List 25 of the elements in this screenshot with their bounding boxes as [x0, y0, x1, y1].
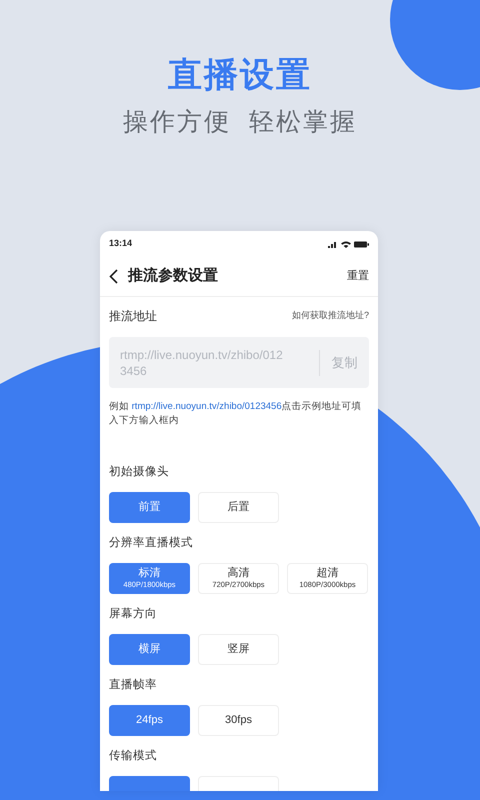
- back-icon[interactable]: [109, 269, 118, 284]
- section-label: 分辨率直播模式: [109, 536, 194, 551]
- section-label: 直播帧率: [109, 678, 158, 693]
- status-time: 13:14: [109, 237, 132, 250]
- option-button[interactable]: 后置: [198, 492, 279, 523]
- signal-icon: [328, 240, 338, 248]
- reset-button[interactable]: 重置: [347, 268, 369, 285]
- option-button[interactable]: 竖屏: [198, 634, 279, 665]
- header-title: 推流参数设置: [128, 266, 218, 286]
- option-button[interactable]: 24fps: [109, 705, 190, 736]
- wifi-icon: [341, 240, 351, 248]
- example-text: 例如 rtmp://live.nuoyun.tv/zhibo/0123456点击示例地址可填入下方输入框内: [109, 400, 363, 428]
- option-button[interactable]: 前置: [109, 492, 190, 523]
- hero-subtitle: 轻松掌握: [249, 107, 357, 138]
- hero-subtitle: 操作方便: [123, 107, 231, 138]
- section-label: 传输模式: [109, 748, 158, 764]
- option-button[interactable]: 30fps: [198, 705, 279, 736]
- hero-title: 直播设置: [168, 55, 312, 96]
- battery-icon: [354, 240, 369, 248]
- option-button[interactable]: 横屏: [109, 634, 190, 665]
- section-label: 初始摄像头: [109, 464, 170, 480]
- section-label: 推流地址: [109, 308, 157, 325]
- example-link[interactable]: rtmp://live.nuoyun.tv/zhibo/0123456: [132, 401, 282, 412]
- section-label: 屏幕方向: [109, 606, 158, 622]
- help-link[interactable]: 如何获取推流地址?: [292, 309, 369, 323]
